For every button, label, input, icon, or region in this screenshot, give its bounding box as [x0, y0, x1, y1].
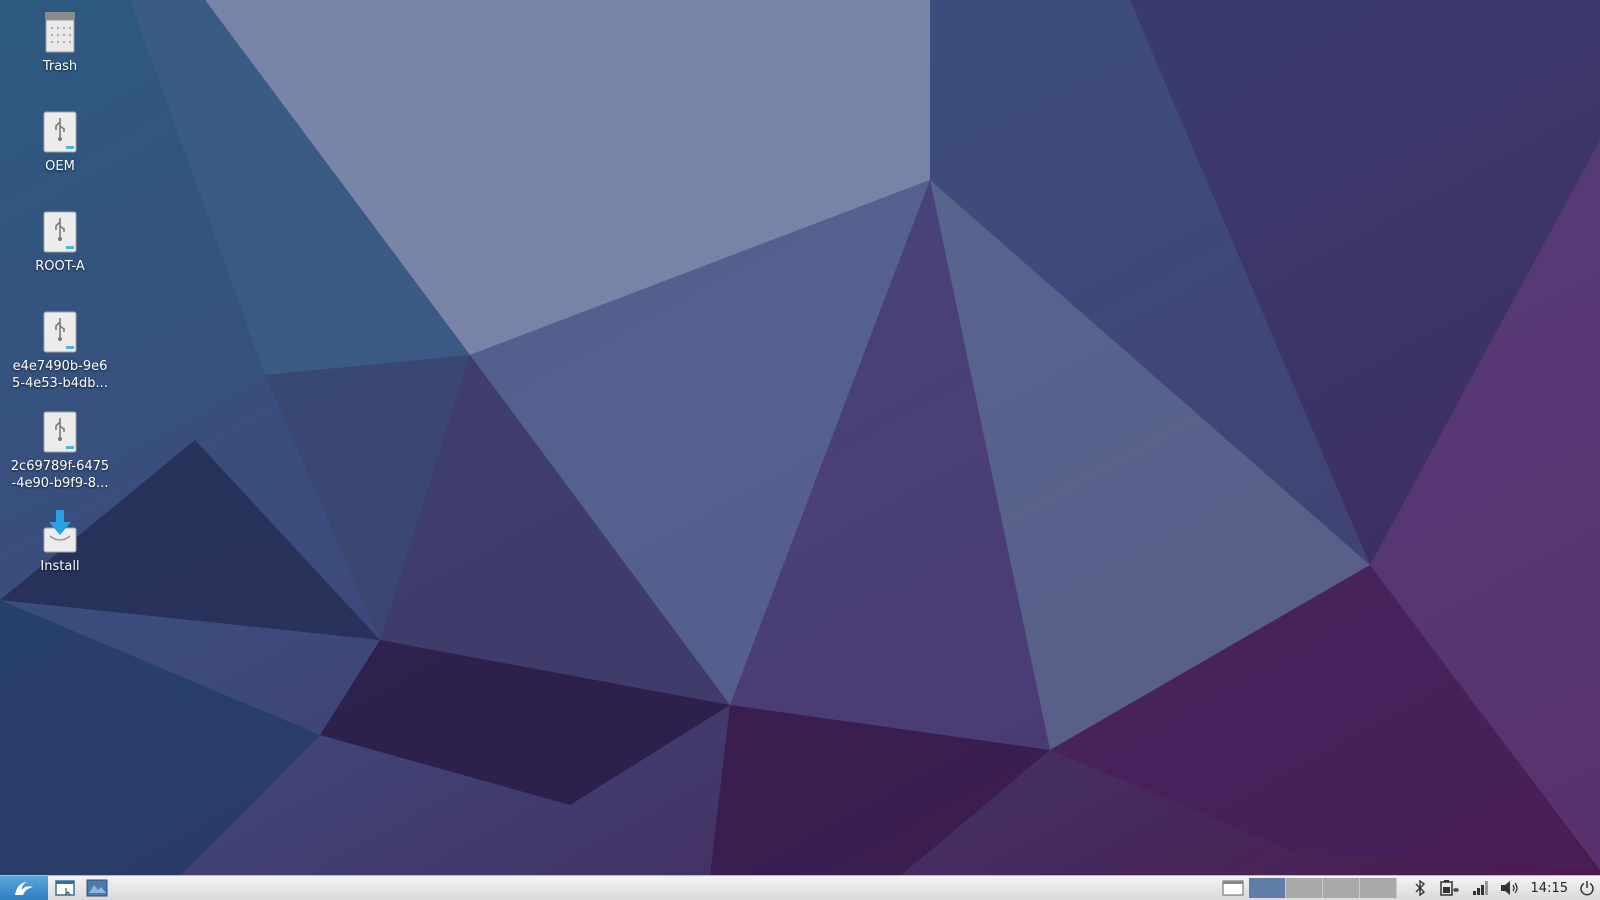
desktop-wallpaper — [0, 0, 1600, 876]
bluetooth-icon — [1415, 880, 1425, 896]
desktop-icon-trash[interactable]: Trash — [4, 8, 116, 75]
desktop-icon-label: Install — [40, 559, 80, 574]
volume-icon — [1500, 881, 1518, 895]
battery-icon — [1439, 880, 1459, 896]
usb-drive-icon — [43, 111, 77, 153]
start-menu-button[interactable] — [0, 876, 48, 900]
desktop-icon-label: Trash — [42, 59, 78, 74]
desktop-icon-label: 2c69789f-6475-4e90-b9f9-8... — [10, 459, 110, 491]
usb-drive-icon — [43, 311, 77, 353]
desktop-icon-label: OEM — [45, 159, 75, 174]
usb-drive-icon — [43, 411, 77, 453]
trash-icon — [45, 12, 75, 53]
network-tray[interactable] — [1465, 876, 1495, 900]
lubuntu-logo-icon — [15, 882, 33, 895]
install-icon — [43, 510, 77, 553]
workspace-1[interactable] — [1248, 878, 1286, 898]
desktop-icon-2c69789f[interactable]: 2c69789f-6475-4e90-b9f9-8... — [4, 408, 116, 492]
window-list-button[interactable] — [1217, 876, 1249, 900]
desktop-icon-oem[interactable]: OEM — [4, 108, 116, 175]
workspace-thumbnail-icon — [86, 879, 108, 897]
window-icon — [1222, 880, 1244, 896]
workspace-2[interactable] — [1285, 878, 1323, 898]
volume-tray[interactable] — [1495, 876, 1525, 900]
battery-tray[interactable] — [1435, 876, 1465, 900]
clock[interactable]: 14:15 — [1525, 881, 1574, 896]
workspace-pager — [1248, 878, 1397, 898]
workspace-4[interactable] — [1359, 878, 1397, 898]
power-button[interactable] — [1574, 876, 1600, 900]
desktop-icon-label: e4e7490b-9e6 5-4e53-b4db... — [12, 359, 108, 391]
bluetooth-tray[interactable] — [1405, 876, 1435, 900]
network-signal-icon — [1472, 881, 1488, 895]
workspace-3[interactable] — [1322, 878, 1360, 898]
show-desktop-icon — [55, 880, 75, 896]
desktop-icon-label: ROOT-A — [35, 259, 85, 274]
power-icon — [1580, 881, 1594, 896]
desktop-icon-install[interactable]: Install — [4, 508, 116, 575]
window-switcher-button[interactable] — [82, 876, 112, 900]
taskbar: 14:15 — [0, 875, 1600, 900]
desktop-icon-e4e7490b[interactable]: e4e7490b-9e6 5-4e53-b4db... — [4, 308, 116, 392]
show-desktop-button[interactable] — [48, 876, 82, 900]
usb-drive-icon — [43, 211, 77, 253]
desktop-icon-root-a[interactable]: ROOT-A — [4, 208, 116, 275]
